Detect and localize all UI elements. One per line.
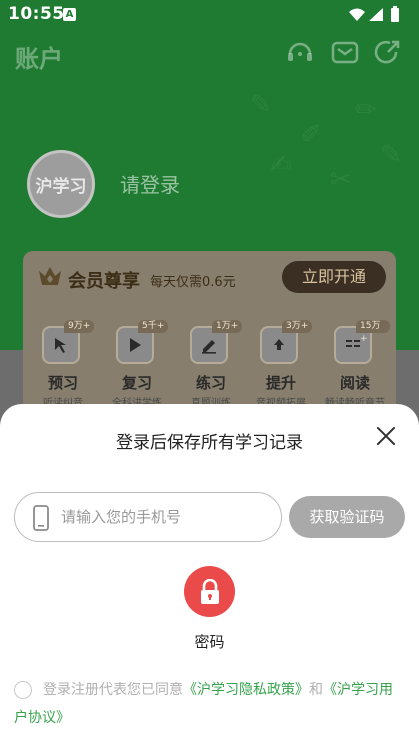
feature-improve[interactable]: 3万+ 提升 音视频拓展 (246, 320, 316, 410)
feature-badge: 5千+ (138, 320, 169, 333)
feature-badge: 3万+ (282, 320, 313, 333)
feature-name: 提升 (265, 374, 296, 392)
agreement-prefix: 登录注册代表您已同意 (43, 682, 183, 698)
decor-icon: ✎ (380, 140, 402, 170)
decor-icon: ✎ (250, 90, 272, 120)
share-icon[interactable] (372, 38, 404, 68)
signal-icon (369, 8, 383, 21)
phone-input[interactable] (61, 493, 271, 541)
decor-icon: ✐ (300, 120, 322, 150)
agreement-and: 和 (309, 682, 323, 698)
vip-title: 会员尊享 (68, 271, 140, 292)
login-prompt[interactable]: 请登录 (120, 169, 180, 198)
decor-icon: ✂ (330, 165, 352, 195)
feature-badge: 1万+ (212, 320, 243, 333)
decor-icon: ✍ (270, 150, 292, 180)
message-icon[interactable] (329, 38, 361, 68)
feature-name: 复习 (121, 374, 152, 392)
vip-price: 每天仅需0.6元 (150, 275, 236, 290)
battery-icon (391, 6, 399, 22)
feature-name: 预习 (47, 374, 78, 392)
lock-icon (200, 578, 219, 604)
close-icon[interactable] (374, 424, 398, 448)
agreement-text: 登录注册代表您已同意《沪学习隐私政策》和《沪学习用户协议》 (14, 676, 406, 732)
status-icons (347, 6, 409, 28)
password-login-button[interactable] (184, 566, 235, 617)
feature-review[interactable]: 5千+ 复习 全科讲学练 (102, 320, 172, 410)
feature-badge: 15万+ (356, 320, 390, 344)
avatar[interactable]: 沪学习 (27, 150, 95, 218)
login-bottom-sheet: 登录后保存所有学习记录 获取验证码 密码 登录注册代表您已同意《沪学习隐私政策》… (0, 404, 419, 746)
sheet-title: 登录后保存所有学习记录 (116, 433, 303, 453)
crown-icon (37, 265, 63, 291)
customer-service-icon[interactable] (284, 38, 316, 68)
feature-preview[interactable]: 9万+ 预习 听读纠音 (28, 320, 98, 410)
feature-badge: 9万+ (64, 320, 95, 333)
feature-name: 练习 (195, 374, 226, 392)
password-label: 密码 (194, 633, 225, 651)
page-title: 账户 (15, 45, 63, 73)
feature-reading[interactable]: 15万+ 阅读 畅读畅听章节 (320, 320, 390, 410)
get-code-button[interactable]: 获取验证码 (289, 496, 405, 538)
status-time: 10:55 (8, 4, 65, 24)
phone-field[interactable] (14, 492, 282, 542)
wifi-icon (349, 8, 365, 21)
feature-practice[interactable]: 1万+ 练习 真题训练 (176, 320, 246, 410)
feature-name: 阅读 (339, 374, 370, 392)
notification-icon: A (63, 8, 76, 21)
decor-icon: ✏ (355, 95, 377, 125)
status-bar: 10:55 A (0, 0, 419, 30)
phone-icon (32, 505, 50, 535)
open-vip-button[interactable]: 立即开通 (282, 261, 386, 293)
privacy-policy-link[interactable]: 《沪学习隐私政策》 (183, 682, 309, 698)
